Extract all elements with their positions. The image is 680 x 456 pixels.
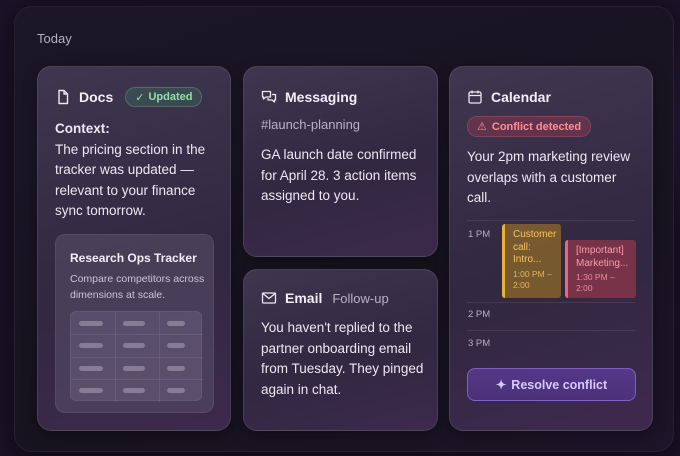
grid-cell bbox=[123, 343, 145, 348]
docs-context: Context: The pricing section in the trac… bbox=[55, 119, 220, 222]
timeline-divider bbox=[467, 220, 635, 221]
calendar-card[interactable]: Calendar ⚠ Conflict detected Your 2pm ma… bbox=[449, 66, 653, 431]
resolve-conflict-button[interactable]: ✦ Resolve conflict bbox=[467, 368, 636, 401]
messaging-title: Messaging bbox=[285, 89, 358, 105]
calendar-body: Your 2pm marketing review overlaps with … bbox=[467, 149, 631, 205]
calendar-title: Calendar bbox=[491, 89, 551, 105]
follow-up-tag: Follow-up bbox=[332, 290, 389, 306]
conflict-badge: ⚠ Conflict detected bbox=[467, 116, 592, 137]
tracker-title: Research Ops Tracker bbox=[70, 251, 197, 265]
tracker-table-thumbnail bbox=[70, 311, 203, 402]
context-text: The pricing section in the tracker was u… bbox=[55, 141, 206, 219]
email-body: You haven't replied to the partner onboa… bbox=[261, 320, 424, 397]
time-label-3pm: 3 PM bbox=[468, 338, 491, 349]
timeline-divider bbox=[467, 302, 635, 303]
grid-cell bbox=[123, 321, 145, 326]
grid-cell bbox=[167, 321, 185, 326]
grid-cell bbox=[167, 343, 185, 348]
tracker-description: Compare competitors across dimensions at… bbox=[70, 273, 205, 301]
grid-cell bbox=[79, 366, 103, 371]
grid-divider bbox=[71, 379, 203, 380]
grid-cell bbox=[123, 388, 145, 393]
grid-divider bbox=[71, 334, 203, 335]
updated-badge: ✓ Updated bbox=[125, 87, 203, 107]
docs-title: Docs bbox=[79, 89, 114, 105]
tracker-preview[interactable]: Research Ops Tracker Compare competitors… bbox=[55, 234, 214, 413]
event-title: [Important] Marketing... bbox=[576, 245, 629, 269]
updated-badge-label: Updated bbox=[148, 91, 193, 103]
messaging-body: GA launch date confirmed for April 28. 3… bbox=[261, 147, 417, 203]
sparkle-icon: ✦ bbox=[495, 378, 507, 392]
grid-cell bbox=[79, 343, 103, 348]
docs-card[interactable]: Docs ✓ Updated Context: The pricing sect… bbox=[37, 66, 231, 431]
email-title: Email bbox=[285, 290, 323, 306]
calendar-icon bbox=[467, 89, 483, 105]
timeline-divider bbox=[467, 330, 635, 331]
context-label: Context: bbox=[55, 121, 110, 136]
conflict-badge-label: Conflict detected bbox=[491, 120, 582, 133]
calendar-card-header: Calendar bbox=[467, 87, 551, 107]
check-icon: ✓ bbox=[135, 91, 145, 104]
time-label-1pm: 1 PM bbox=[468, 229, 491, 240]
event-customer-call[interactable]: Customer call: Intro... 1:00 PM – 2:00 bbox=[502, 224, 561, 298]
email-card[interactable]: Email Follow-up You haven't replied to t… bbox=[243, 269, 438, 431]
section-label: Today bbox=[37, 31, 72, 46]
document-icon bbox=[55, 89, 71, 105]
messaging-card-header: Messaging bbox=[261, 87, 357, 107]
email-card-header: Email Follow-up bbox=[261, 288, 389, 308]
channel-name[interactable]: #launch-planning bbox=[261, 117, 360, 132]
warning-icon: ⚠ bbox=[477, 121, 487, 133]
event-time: 1:00 PM – 2:00 bbox=[513, 268, 552, 290]
grid-cell bbox=[79, 388, 103, 393]
resolve-conflict-label: Resolve conflict bbox=[511, 377, 608, 392]
messaging-card[interactable]: Messaging #launch-planning GA launch dat… bbox=[243, 66, 438, 257]
time-label-2pm: 2 PM bbox=[468, 309, 491, 320]
event-marketing-review[interactable]: [Important] Marketing... 1:30 PM – 2:00 bbox=[565, 240, 636, 298]
grid-cell bbox=[123, 366, 145, 371]
event-time: 1:30 PM – 2:00 bbox=[576, 272, 615, 293]
grid-cell bbox=[79, 321, 103, 326]
envelope-icon bbox=[261, 290, 277, 306]
grid-cell bbox=[167, 388, 185, 393]
chat-bubbles-icon bbox=[261, 89, 277, 105]
docs-card-header: Docs ✓ Updated bbox=[55, 87, 203, 107]
grid-divider bbox=[71, 357, 203, 358]
grid-cell bbox=[167, 366, 185, 371]
today-panel: Today Docs ✓ Updated Context: The pricin… bbox=[14, 6, 674, 452]
event-title: Customer call: Intro... bbox=[513, 229, 557, 265]
